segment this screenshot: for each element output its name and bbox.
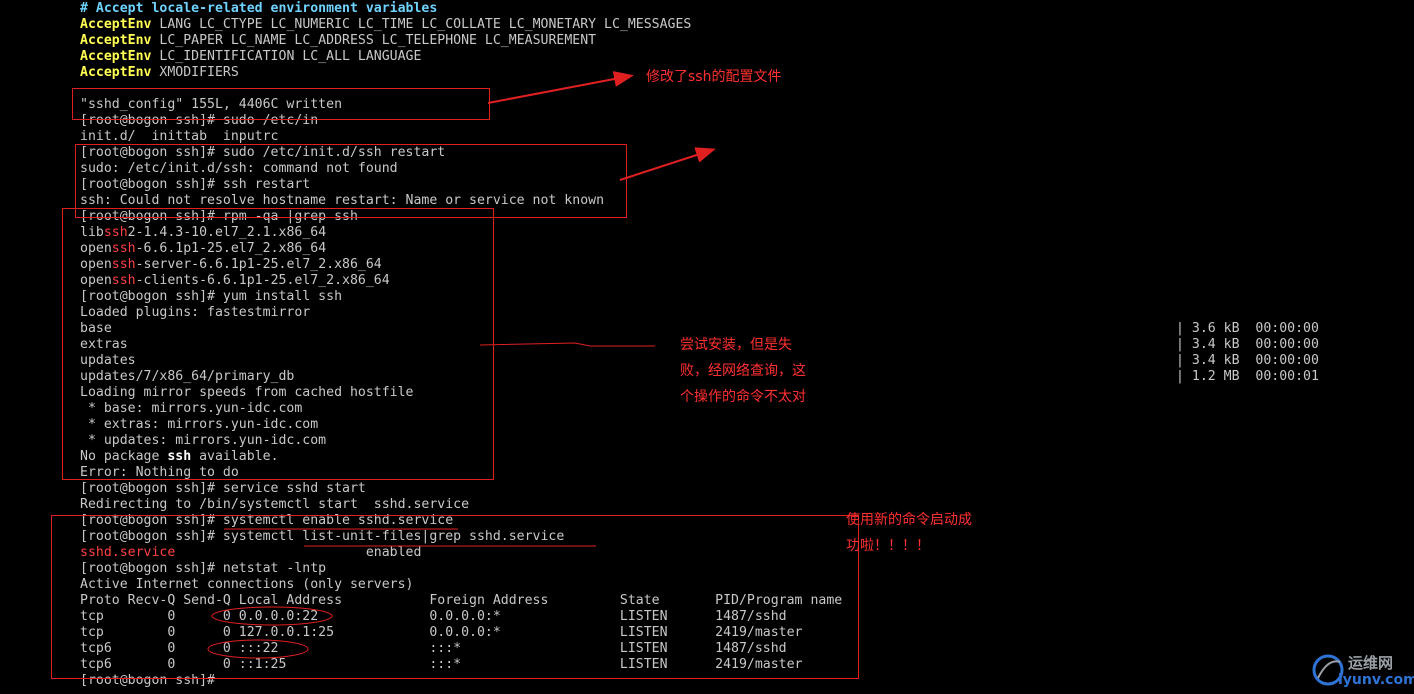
- start-success-note: 使用新的命令启动成 功啦！！！！: [846, 507, 972, 559]
- note-line: 尝试安装，但是失: [680, 337, 792, 353]
- note-line: 功啦！！！！: [846, 538, 930, 554]
- port-22-circle: [211, 606, 333, 626]
- arrow-to-install-note: [479, 342, 655, 347]
- watermark-name: 运维网: [1348, 654, 1394, 672]
- install-failed-note: 尝试安装，但是失 败，经网络查询，这 个操作的命令不太对: [680, 332, 806, 410]
- note-line: 使用新的命令启动成: [846, 512, 972, 528]
- watermark-url: iyunv.com: [1338, 672, 1414, 688]
- arrow-restart: [619, 147, 716, 181]
- config-modified-note: 修改了ssh的配置文件: [646, 69, 782, 85]
- watermark-logo: 运维网 iyunv.com: [1310, 648, 1414, 694]
- ipv6-port-22-circle: [207, 639, 309, 659]
- note-line: 败，经网络查询，这: [680, 363, 806, 379]
- note-line: 个操作的命令不太对: [680, 389, 806, 405]
- arrow-to-config-note: [487, 71, 634, 104]
